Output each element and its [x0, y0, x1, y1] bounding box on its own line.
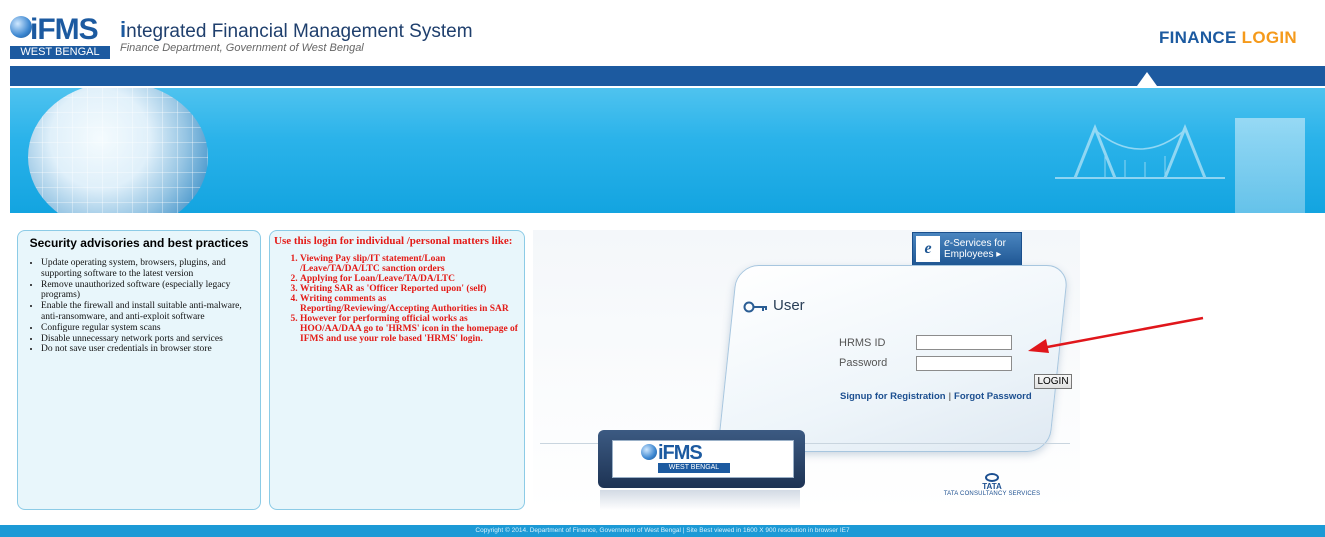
building-image	[1235, 118, 1305, 213]
site-title: integrated Financial Management System	[120, 17, 473, 43]
password-label: Password	[839, 357, 888, 369]
hrms-id-label: HRMS ID	[839, 337, 886, 349]
key-icon	[743, 301, 767, 313]
site-title-rest: ntegrated Financial Management System	[126, 21, 473, 42]
list-item: Configure regular system scans	[41, 323, 260, 334]
signup-registration-link[interactable]: Signup for Registration	[840, 391, 946, 402]
link-separator: |	[948, 391, 952, 402]
tata-emblem-icon	[985, 473, 999, 482]
list-item: Update operating system, browsers, plugi…	[41, 258, 260, 280]
login-card	[717, 265, 1069, 452]
login-links: Signup for Registration | Forgot Password	[840, 391, 1032, 402]
list-item: Applying for Loan/Leave/TA/DA/LTC	[300, 274, 518, 284]
globe-icon	[641, 444, 657, 460]
eservices-line1: -Services for	[949, 238, 1006, 249]
globe-grid	[28, 88, 208, 213]
finance-word: FINANCE	[1158, 28, 1237, 47]
tata-word: TATA	[982, 482, 1002, 491]
device-reflection	[600, 490, 800, 510]
eservices-line2: Employees ▸	[944, 249, 1002, 260]
hero-banner	[10, 88, 1325, 213]
security-advisories-panel: Security advisories and best practices U…	[17, 230, 261, 510]
annotation-arrow-icon	[1028, 316, 1204, 353]
ifms-logo[interactable]: iFMS WEST BENGAL	[10, 14, 112, 59]
nav-bar	[10, 66, 1325, 86]
list-item: Remove unauthorized software (especially…	[41, 280, 260, 302]
security-panel-title: Security advisories and best practices	[29, 236, 249, 250]
security-advisories-list: Update operating system, browsers, plugi…	[18, 258, 260, 355]
tata-services: TATA CONSULTANCY SERVICES	[943, 491, 1041, 497]
logo-region: WEST BENGAL	[10, 46, 110, 59]
bridge-image	[1055, 123, 1225, 179]
list-item: Viewing Pay slip/IT statement/Loan /Leav…	[300, 254, 518, 274]
logo-text: iFMS	[30, 13, 99, 46]
footer: Copyright © 2014. Department of Finance,…	[0, 525, 1325, 537]
list-item: However for performing official works as…	[300, 314, 518, 344]
list-item: Enable the firewall and install suitable…	[41, 301, 260, 323]
hrms-id-input[interactable]	[916, 335, 1012, 350]
login-usage-panel: Use this login for individual /personal …	[269, 230, 525, 510]
eservices-label: e-Services for Employees ▸	[944, 235, 1006, 260]
list-item: Writing comments as Reporting/Reviewing/…	[300, 294, 518, 314]
login-button[interactable]: LOGIN	[1034, 374, 1072, 389]
device-logo-region: WEST BENGAL	[658, 463, 730, 473]
login-word: LOGIN	[1241, 28, 1297, 47]
user-label: User	[773, 297, 805, 314]
list-item: Disable unnecessary network ports and se…	[41, 334, 260, 345]
nav-notch-indicator	[1137, 72, 1157, 86]
forgot-password-link[interactable]: Forgot Password	[954, 391, 1032, 402]
site-header: iFMS WEST BENGAL integrated Financial Ma…	[0, 0, 1325, 66]
usage-panel-heading: Use this login for individual /personal …	[274, 235, 513, 247]
globe-icon	[10, 16, 32, 38]
list-item: Do not save user credentials in browser …	[41, 344, 260, 355]
password-input[interactable]	[916, 356, 1012, 371]
eservices-icon: e	[916, 236, 940, 262]
device-logo-text: iFMS	[658, 442, 703, 464]
site-subtitle: Finance Department, Government of West B…	[120, 42, 364, 54]
eservices-button[interactable]: e e-Services for Employees ▸	[912, 232, 1022, 266]
finance-login-heading: FINANCE LOGIN	[1159, 28, 1297, 48]
list-item: Writing SAR as 'Officer Reported upon' (…	[300, 284, 518, 294]
tata-logo: TATA TATA CONSULTANCY SERVICES	[942, 473, 1042, 498]
usage-list: Viewing Pay slip/IT statement/Loan /Leav…	[270, 254, 524, 344]
